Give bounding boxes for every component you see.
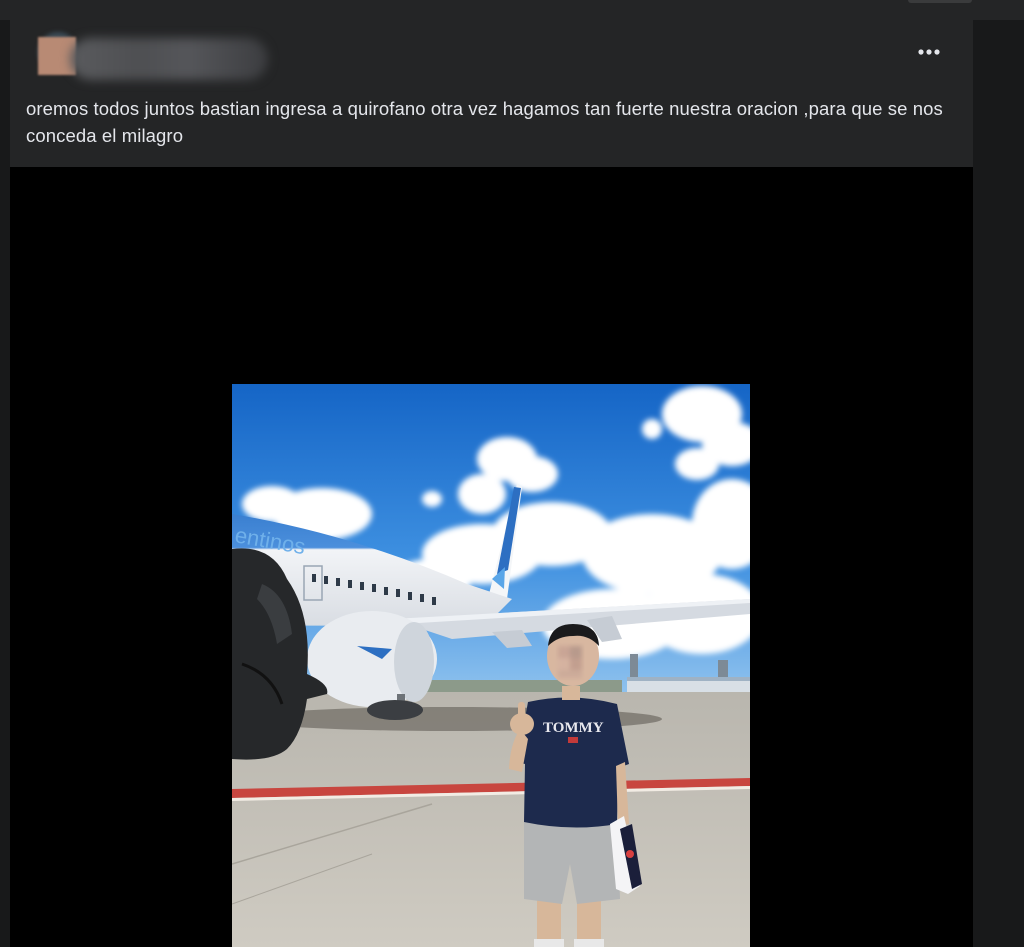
- post-media[interactable]: entinos TOMMY: [10, 167, 973, 947]
- post-header: [10, 20, 973, 100]
- post-photo[interactable]: entinos TOMMY: [232, 384, 750, 947]
- more-horizontal-icon: [918, 49, 940, 55]
- top-bar: [0, 0, 1024, 20]
- post-card: oremos todos juntos bastian ingresa a qu…: [10, 20, 973, 947]
- shirt-text: TOMMY: [543, 720, 604, 736]
- page-gutter: [973, 20, 1024, 947]
- author-name-redacted[interactable]: [70, 38, 268, 80]
- topbar-tab-edge: [908, 0, 972, 3]
- photo-airport-scene: entinos TOMMY: [232, 384, 750, 947]
- more-options-button[interactable]: [911, 38, 947, 66]
- post-message: oremos todos juntos bastian ingresa a qu…: [26, 98, 943, 146]
